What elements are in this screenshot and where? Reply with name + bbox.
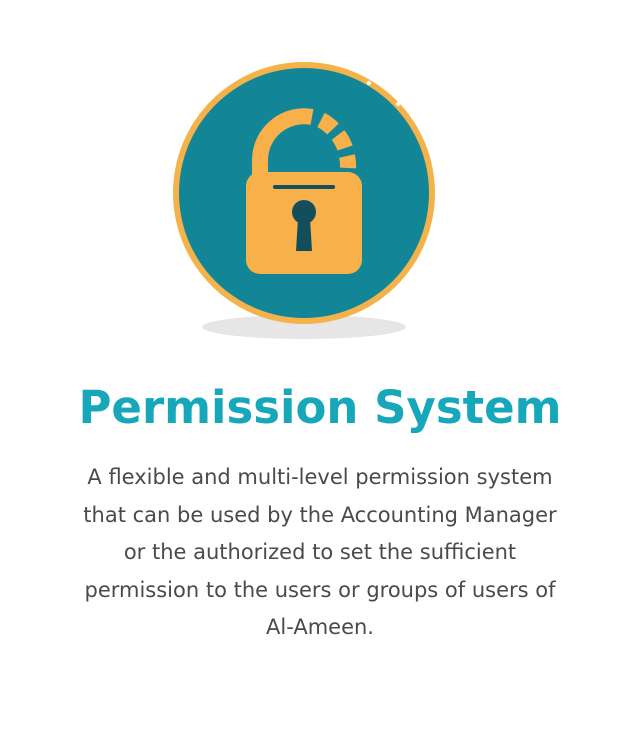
description-line: A flexible and multi-level permission sy… (87, 465, 553, 489)
feature-title: Permission System (78, 381, 562, 434)
padlock-icon (170, 60, 450, 360)
feature-description: A flexible and multi-level permission sy… (20, 459, 620, 647)
description-line: or the authorized to set the sufficient (123, 540, 517, 564)
description-line: Al-Ameen. (266, 615, 374, 639)
description-line: permission to the users or groups of use… (84, 577, 556, 602)
description-line: that can be used by the Accounting Manag… (83, 502, 557, 527)
feature-card: Permission System A flexible and multi-l… (0, 0, 640, 750)
